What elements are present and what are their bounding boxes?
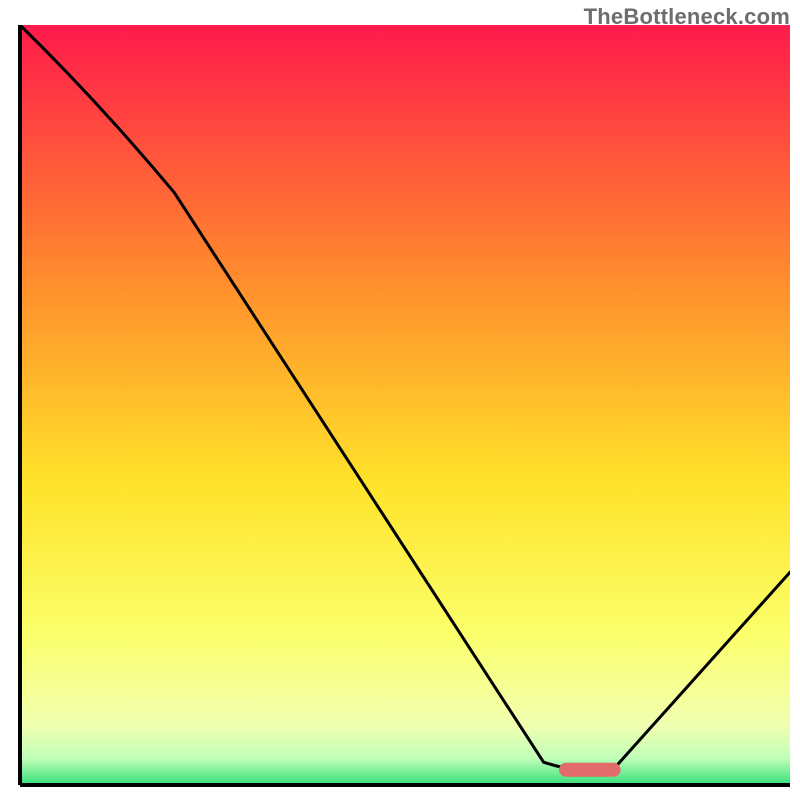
chart-background xyxy=(20,25,790,785)
watermark-text: TheBottleneck.com xyxy=(584,4,790,30)
chart-svg xyxy=(15,25,790,790)
bottleneck-chart xyxy=(15,25,790,790)
optimal-range-marker xyxy=(559,763,621,777)
